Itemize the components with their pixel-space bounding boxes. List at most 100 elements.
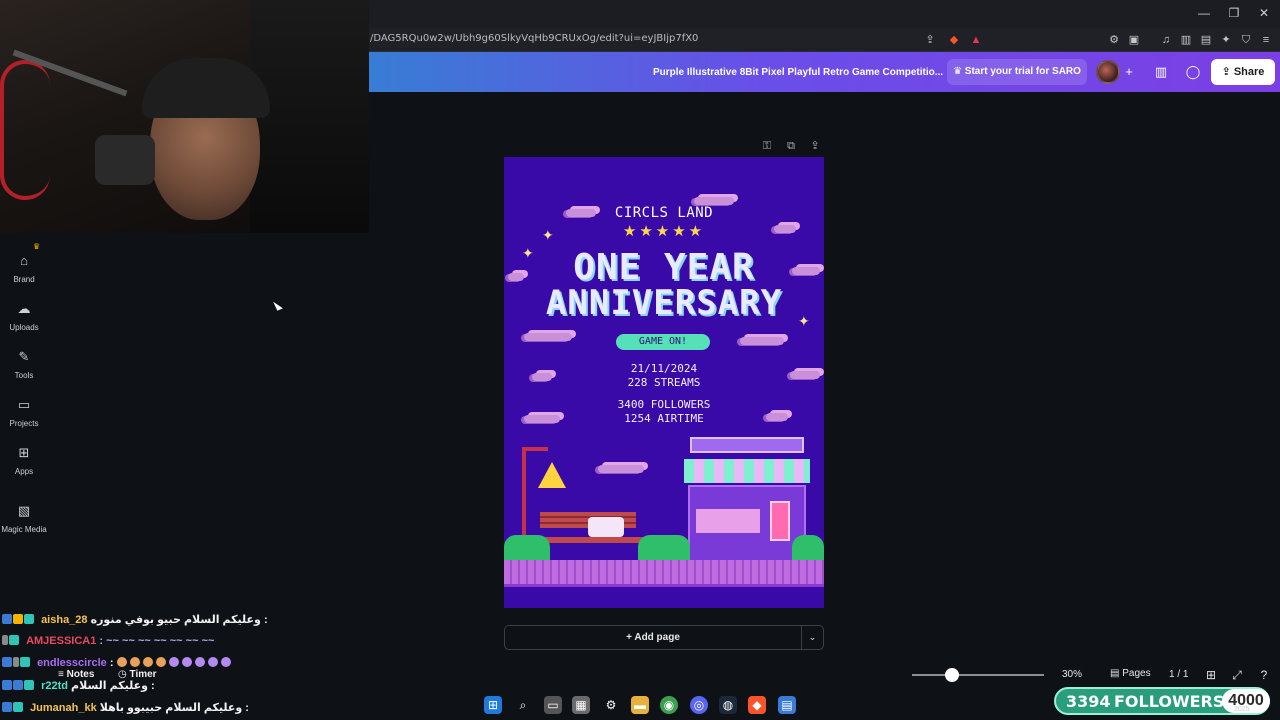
fullscreen-icon[interactable]: ⤢ bbox=[1230, 668, 1244, 682]
cloud-decoration bbox=[694, 197, 734, 205]
avatar[interactable] bbox=[1096, 60, 1120, 84]
document-title[interactable]: Purple Illustrative 8Bit Pixel Playful R… bbox=[653, 67, 943, 78]
sidebar-item-uploads[interactable]: ☁ Uploads bbox=[0, 300, 48, 332]
share-page-icon[interactable]: ⇪ bbox=[922, 32, 938, 48]
timer-button[interactable]: ◷ Timer bbox=[118, 669, 157, 680]
settings-icon[interactable]: ⚙ bbox=[602, 696, 620, 714]
shop-window bbox=[696, 509, 760, 533]
chat-username[interactable]: Jumanah_kk bbox=[30, 702, 97, 714]
poster-date[interactable]: 21/11/2024 bbox=[504, 362, 824, 375]
duplicate-page-icon[interactable]: ⧉ bbox=[784, 139, 798, 153]
chat-text: : bbox=[109, 657, 114, 669]
shop-awning bbox=[684, 459, 810, 483]
zoom-level[interactable]: 30% bbox=[1062, 669, 1082, 680]
add-page-icon[interactable]: ⇪ bbox=[808, 139, 822, 153]
pages-button[interactable]: ▤ Pages bbox=[1110, 668, 1151, 679]
poster-followers[interactable]: 3400 FOLLOWERS bbox=[504, 398, 824, 411]
media-icon[interactable]: ♫ bbox=[1158, 32, 1174, 48]
sidebar-item-projects[interactable]: ▭ Projects bbox=[0, 396, 48, 428]
poster-headline-1[interactable]: ONE YEAR bbox=[504, 247, 824, 288]
rewards-icon[interactable]: ▲ bbox=[968, 32, 984, 48]
design-canvas-page[interactable]: ✦ ✦ ✦ CIRCLS LAND ★★★★★ ONE YEAR ANNIVER… bbox=[504, 157, 824, 608]
minimize-button[interactable]: — bbox=[1194, 4, 1214, 22]
pages-icon: ▤ bbox=[1110, 668, 1123, 679]
chat-message: Jumanah_kk وعليكم السلام حبيبوو باهلا : bbox=[2, 701, 249, 717]
left-sidebar: ⌂ Brand ☁ Uploads ✎ Tools ▭ Projects ⊞ A… bbox=[0, 233, 48, 613]
sidebar-item-tools[interactable]: ✎ Tools bbox=[0, 348, 48, 380]
wallet-icon[interactable]: ▤ bbox=[1198, 32, 1214, 48]
share-button[interactable]: ⇪ Share bbox=[1211, 59, 1275, 85]
add-page-button[interactable]: + Add page bbox=[505, 626, 801, 649]
followers-year: 2025 bbox=[1234, 706, 1250, 713]
search-icon[interactable]: ⌕ bbox=[514, 696, 532, 714]
file-explorer-icon[interactable]: ▬ bbox=[631, 696, 649, 714]
close-window-button[interactable]: ✕ bbox=[1254, 4, 1274, 22]
badge-icon bbox=[13, 702, 23, 712]
menu-icon[interactable]: ≡ bbox=[1258, 32, 1274, 48]
zoom-slider-handle[interactable] bbox=[945, 668, 959, 682]
poster-brand[interactable]: CIRCLS LAND bbox=[504, 205, 824, 221]
sidebar-item-label: Tools bbox=[14, 371, 34, 380]
chat-username[interactable]: r22td bbox=[41, 680, 68, 692]
task-view-icon[interactable]: ▭ bbox=[544, 696, 562, 714]
badge-icon bbox=[2, 614, 12, 624]
badge-icon bbox=[2, 635, 8, 645]
badge-icon bbox=[2, 702, 12, 712]
chat-username[interactable]: endlesscircle bbox=[37, 657, 107, 669]
badge-icon bbox=[2, 680, 12, 690]
page-counter: 1 / 1 bbox=[1169, 669, 1189, 680]
badge-icon bbox=[9, 635, 19, 645]
chat-username[interactable]: AMJESSICA1 bbox=[26, 635, 96, 647]
uploads-icon: ☁ bbox=[17, 301, 31, 316]
pages-label: Pages bbox=[1122, 668, 1151, 679]
lock-page-icon[interactable]: ⚿ bbox=[760, 139, 774, 153]
zoom-slider[interactable] bbox=[912, 674, 1044, 676]
add-collaborator-icon[interactable]: + bbox=[1118, 61, 1140, 83]
leo-icon[interactable]: ✦ bbox=[1218, 32, 1234, 48]
grid-view-icon[interactable]: ⊞ bbox=[1204, 668, 1218, 682]
sidebar-item-magic-media[interactable]: ▧ Magic Media bbox=[0, 502, 48, 534]
game-on-pill[interactable]: GAME ON! bbox=[616, 334, 710, 350]
poster-streams[interactable]: 228 STREAMS bbox=[504, 376, 824, 389]
tools-icon: ✎ bbox=[18, 349, 30, 364]
badge-icon bbox=[24, 614, 34, 624]
windows-start-icon[interactable]: ⊞ bbox=[484, 696, 502, 714]
brave-shield-icon[interactable]: ◆ bbox=[946, 32, 962, 48]
poster-airtime[interactable]: 1254 AIRTIME bbox=[504, 412, 824, 425]
insights-icon[interactable]: ▥ bbox=[1150, 61, 1172, 83]
url-text[interactable]: /DAG5RQu0w2w/Ubh9g60SlkyVqHb9CRUxOg/edit… bbox=[370, 33, 698, 44]
badge-icon bbox=[13, 680, 23, 690]
poster-stars[interactable]: ★★★★★ bbox=[504, 222, 824, 240]
comment-icon[interactable]: ◯ bbox=[1182, 61, 1204, 83]
sidebar-item-label: Brand bbox=[13, 275, 35, 284]
start-trial-button[interactable]: ♛ Start your trial for SARO bbox=[947, 59, 1087, 85]
maximize-button[interactable]: ❐ bbox=[1224, 4, 1244, 22]
notes-button[interactable]: ≡ Notes bbox=[58, 669, 94, 680]
chat-text: وعليكم السلام حبيو بوفي منوره : bbox=[90, 614, 268, 626]
extensions-icon[interactable]: ⚙ bbox=[1106, 32, 1122, 48]
brand-icon: ⌂ bbox=[20, 253, 28, 268]
screenshot-icon[interactable]: ▣ bbox=[1126, 32, 1142, 48]
bush-decoration bbox=[792, 535, 824, 561]
brave-icon[interactable]: ◆ bbox=[748, 696, 766, 714]
notepad-icon[interactable]: ▤ bbox=[778, 696, 796, 714]
notes-label: Notes bbox=[66, 669, 95, 680]
webcam-overlay bbox=[0, 0, 369, 233]
sidebar-toggle-icon[interactable]: ▥ bbox=[1178, 32, 1194, 48]
chrome-icon[interactable]: ◉ bbox=[660, 696, 678, 714]
vpn-icon[interactable]: ⛉ bbox=[1238, 32, 1254, 48]
steam-icon[interactable]: ◍ bbox=[719, 696, 737, 714]
discord-icon[interactable]: ◎ bbox=[690, 696, 708, 714]
help-icon[interactable]: ? bbox=[1257, 668, 1271, 682]
sidebar-item-apps[interactable]: ⊞ Apps bbox=[0, 444, 48, 476]
heart-emote-icon bbox=[207, 657, 218, 667]
widgets-icon[interactable]: ▦ bbox=[572, 696, 590, 714]
chat-message: aisha_28 وعليكم السلام حبيو بوفي منوره : bbox=[2, 613, 268, 629]
shop-sign bbox=[690, 437, 804, 453]
sidebar-item-label: Uploads bbox=[9, 323, 39, 332]
sidebar-item-brand[interactable]: ⌂ Brand bbox=[0, 252, 48, 284]
emote-icon bbox=[129, 657, 140, 667]
chat-username[interactable]: aisha_28 bbox=[41, 614, 87, 626]
add-page-dropdown[interactable]: ⌄ bbox=[801, 626, 823, 649]
poster-headline-2[interactable]: ANNIVERSARY bbox=[504, 283, 824, 323]
